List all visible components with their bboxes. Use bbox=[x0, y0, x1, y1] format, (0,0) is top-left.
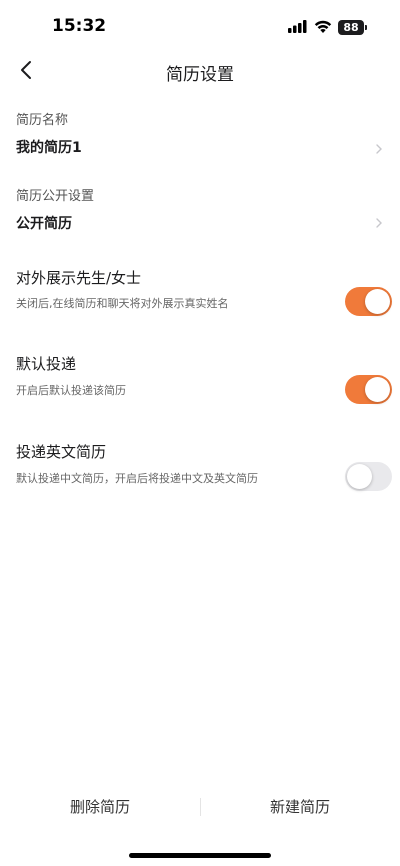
english-resume-row: 投递英文简历 默认投递中文简历，开启后将投递中文及英文简历 bbox=[0, 436, 400, 506]
cellular-signal-icon bbox=[288, 18, 308, 37]
public-setting-field[interactable]: 简历公开设置 公开简历 bbox=[0, 176, 400, 240]
wifi-icon bbox=[314, 18, 332, 37]
new-resume-button[interactable]: 新建简历 bbox=[200, 796, 400, 817]
english-resume-title: 投递英文简历 bbox=[16, 443, 107, 461]
resume-name-value: 我的简历1 bbox=[16, 140, 82, 156]
page-title: 简历设置 bbox=[166, 65, 234, 85]
default-delivery-title: 默认投递 bbox=[16, 355, 77, 373]
status-icons: 88 bbox=[288, 18, 367, 37]
english-resume-desc: 默认投递中文简历，开启后将投递中文及英文简历 bbox=[16, 472, 258, 485]
delete-resume-button[interactable]: 删除简历 bbox=[0, 796, 200, 817]
bottom-action-bar: 删除简历 新建简历 bbox=[0, 786, 400, 830]
public-setting-label: 简历公开设置 bbox=[16, 189, 95, 204]
resume-name-label: 简历名称 bbox=[16, 113, 69, 128]
battery-icon: 88 bbox=[338, 20, 367, 35]
status-bar: 15:32 88 bbox=[0, 0, 400, 54]
display-title-toggle[interactable] bbox=[345, 287, 392, 316]
chevron-right-icon bbox=[374, 215, 384, 229]
default-delivery-row: 默认投递 开启后默认投递该简历 bbox=[0, 348, 400, 418]
status-time: 15:32 bbox=[52, 16, 107, 36]
display-title-row: 对外展示先生/女士 关闭后,在线简历和聊天将对外展示真实姓名 bbox=[0, 262, 400, 332]
display-title-desc: 关闭后,在线简历和聊天将对外展示真实姓名 bbox=[16, 297, 229, 310]
chevron-right-icon bbox=[374, 141, 384, 155]
resume-name-field[interactable]: 简历名称 我的简历1 bbox=[0, 100, 400, 164]
home-indicator[interactable] bbox=[129, 853, 271, 858]
public-setting-value: 公开简历 bbox=[16, 216, 72, 232]
english-resume-toggle[interactable] bbox=[345, 462, 392, 491]
display-title-title: 对外展示先生/女士 bbox=[16, 269, 142, 287]
default-delivery-desc: 开启后默认投递该简历 bbox=[16, 384, 126, 397]
default-delivery-toggle[interactable] bbox=[345, 375, 392, 404]
nav-bar: 简历设置 bbox=[0, 50, 400, 94]
